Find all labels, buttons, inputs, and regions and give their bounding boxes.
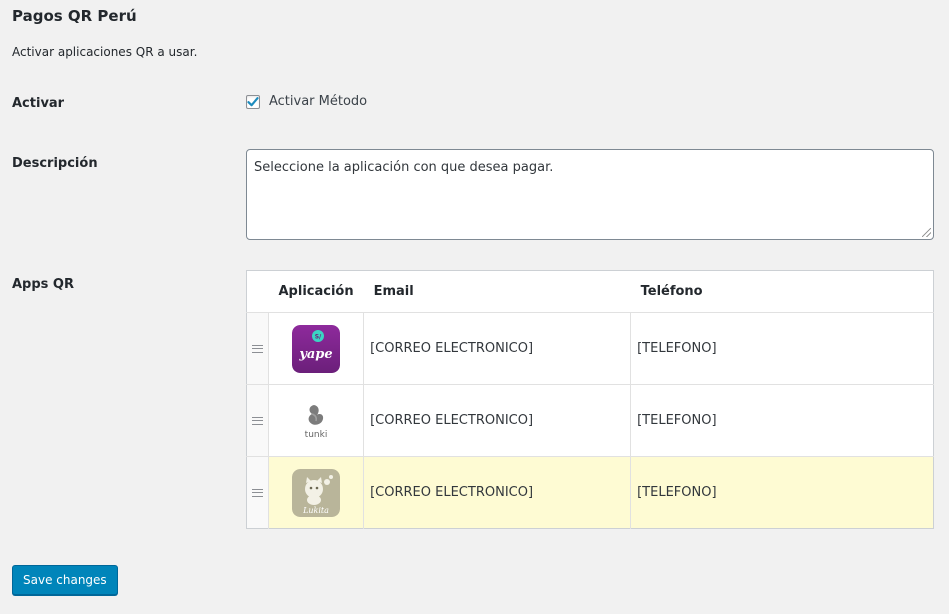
header-handle — [246, 270, 269, 313]
drag-handle[interactable] — [246, 312, 269, 385]
app-logo-cell: Lukita — [267, 456, 364, 529]
lukita-logo-icon: Lukita — [292, 468, 341, 517]
header-email: Email — [363, 270, 631, 313]
activar-label: Activar — [12, 96, 65, 111]
svg-text:yape: yape — [298, 347, 332, 362]
descripcion-label: Descripción — [12, 156, 98, 171]
email-cell[interactable]: [CORREO ELECTRONICO] — [363, 312, 631, 385]
header-telefono: Teléfono — [630, 270, 934, 313]
telefono-cell[interactable]: [TELEFONO] — [630, 384, 934, 457]
table-row: tunki [CORREO ELECTRONICO] [TELEFONO] — [246, 384, 934, 457]
drag-handle[interactable] — [246, 456, 269, 529]
table-header-row: Aplicación Email Teléfono — [246, 270, 934, 313]
svg-text:S/: S/ — [315, 333, 322, 340]
apps-table: Aplicación Email Teléfono S/ yape [CORRE… — [246, 270, 934, 529]
drag-handle-icon — [252, 416, 263, 425]
email-cell[interactable]: [CORREO ELECTRONICO] — [363, 456, 631, 529]
table-row: Lukita [CORREO ELECTRONICO] [TELEFONO] — [246, 456, 934, 529]
yape-logo-icon: S/ yape — [292, 324, 341, 373]
tunki-logo-icon: tunki — [292, 397, 340, 445]
telefono-cell[interactable]: [TELEFONO] — [630, 456, 934, 529]
settings-page: Pagos QR Perú Activar aplicaciones QR a … — [0, 0, 949, 614]
drag-handle-icon — [252, 344, 263, 353]
apps-label: Apps QR — [12, 277, 74, 292]
svg-text:tunki: tunki — [305, 430, 328, 440]
descripcion-textarea[interactable]: Seleccione la aplicación con que desea p… — [246, 149, 934, 240]
telefono-cell[interactable]: [TELEFONO] — [630, 312, 934, 385]
table-row: S/ yape [CORREO ELECTRONICO] [TELEFONO] — [246, 312, 934, 385]
descripcion-text: Seleccione la aplicación con que desea p… — [254, 160, 554, 175]
page-subtitle: Activar aplicaciones QR a usar. — [12, 45, 198, 59]
resize-grip-icon[interactable] — [922, 228, 931, 237]
email-cell[interactable]: [CORREO ELECTRONICO] — [363, 384, 631, 457]
svg-text:Lukita: Lukita — [302, 506, 329, 515]
activar-checkbox-label: Activar Método — [269, 94, 368, 109]
page-title: Pagos QR Perú — [12, 7, 137, 25]
app-logo-cell: tunki — [267, 384, 364, 457]
header-aplicacion: Aplicación — [268, 270, 364, 313]
save-changes-button[interactable]: Save changes — [12, 565, 118, 595]
drag-handle-icon — [252, 488, 263, 497]
checkmark-icon — [247, 96, 259, 106]
activar-checkbox-wrap[interactable]: Activar Método — [246, 94, 367, 109]
app-logo-cell: S/ yape — [267, 312, 364, 385]
activar-checkbox[interactable] — [246, 94, 260, 109]
drag-handle[interactable] — [246, 384, 269, 457]
